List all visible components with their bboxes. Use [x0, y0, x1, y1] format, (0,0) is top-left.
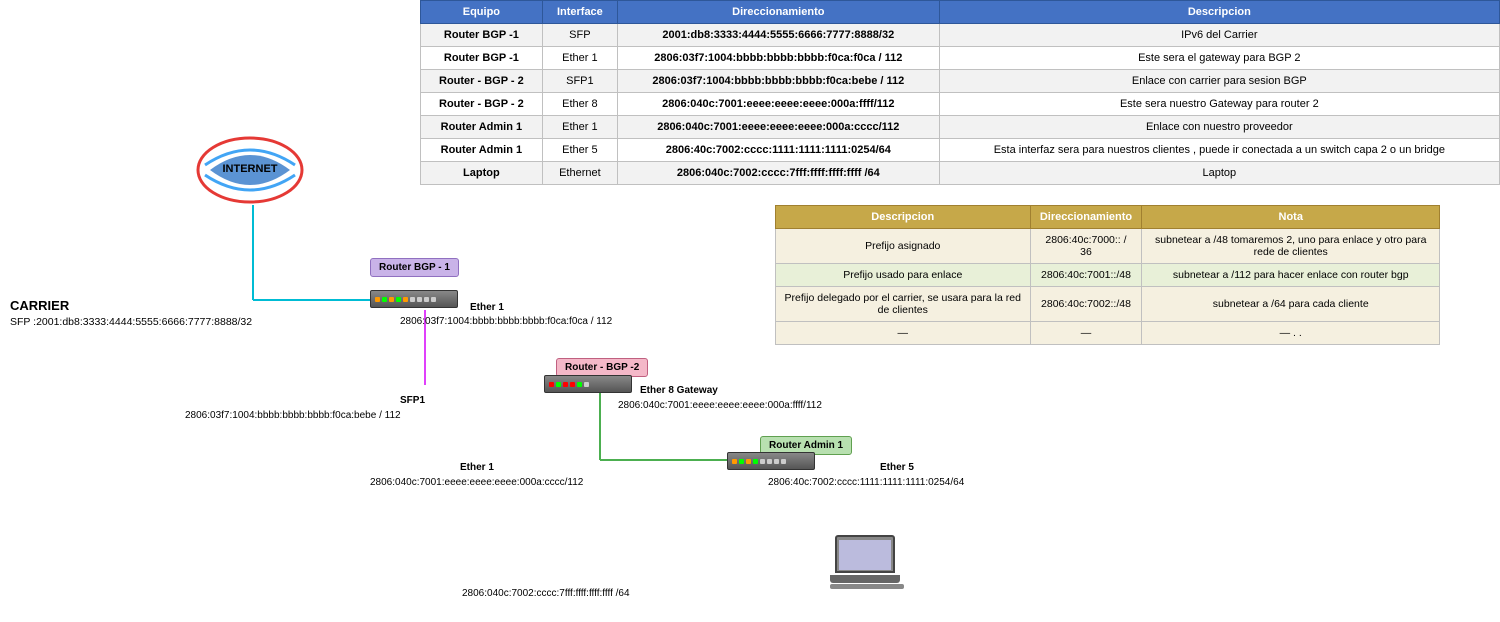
desc-table-cell-1-descripcion: Prefijo usado para enlace	[776, 264, 1031, 287]
router-admin1-device	[727, 452, 815, 470]
desc-table-cell-0-nota: subnetear a /48 tomaremos 2, uno para en…	[1142, 229, 1440, 264]
desc-table-section: Descripcion Direccionamiento Nota Prefij…	[775, 205, 1440, 345]
ether8-label: Ether 8 Gateway	[640, 385, 718, 396]
col-header-descripcion: Descripcion	[939, 1, 1499, 24]
desc-table-cell-2-nota: subnetear a /64 para cada cliente	[1142, 287, 1440, 322]
ether5-label: Ether 5	[880, 462, 914, 473]
internet-label: INTERNET	[195, 163, 305, 175]
laptop-icon	[830, 535, 900, 590]
ether1-admin1-addr: 2806:040c:7001:eeee:eeee:eeee:000a:cccc/…	[370, 477, 583, 488]
desc-table-cell-2-descripcion: Prefijo delegado por el carrier, se usar…	[776, 287, 1031, 322]
ether5-addr: 2806:40c:7002:cccc:1111:1111:1111:0254/6…	[768, 477, 964, 488]
ether1-admin1-label: Ether 1	[460, 462, 494, 473]
internet-cloud: INTERNET	[195, 135, 305, 205]
main-table-cell-5-descripcion: Esta interfaz sera para nuestros cliente…	[939, 139, 1499, 162]
main-table-cell-2-descripcion: Enlace con carrier para sesion BGP	[939, 70, 1499, 93]
main-table-cell-6-descripcion: Laptop	[939, 162, 1499, 185]
diagram-lines	[0, 0, 760, 622]
router-bgp1-device	[370, 290, 458, 308]
carrier-label: CARRIER	[10, 298, 69, 313]
desc-table-cell-2-direccionamiento: 2806:40c:7002::/48	[1030, 287, 1142, 322]
laptop-addr: 2806:040c:7002:cccc:7fff:ffff:ffff:ffff …	[462, 588, 630, 599]
col2-header-descripcion: Descripcion	[776, 206, 1031, 229]
carrier-sfp-label: SFP :2001:db8:3333:4444:5555:6666:7777:8…	[10, 316, 252, 328]
sfp1-label: SFP1	[400, 395, 425, 406]
desc-table-cell-3-descripcion: —	[776, 322, 1031, 345]
sfp1-addr: 2806:03f7:1004:bbbb:bbbb:bbbb:f0ca:bebe …	[185, 410, 401, 421]
ether8-addr: 2806:040c:7001:eeee:eeee:eeee:000a:ffff/…	[618, 400, 822, 411]
ether1-bgp1-label: Ether 1	[470, 302, 504, 313]
desc-table-cell-3-direccionamiento: —	[1030, 322, 1142, 345]
desc-table-cell-0-descripcion: Prefijo asignado	[776, 229, 1031, 264]
main-table-cell-4-descripcion: Enlace con nuestro proveedor	[939, 116, 1499, 139]
desc-table-cell-1-nota: subnetear a /112 para hacer enlace con r…	[1142, 264, 1440, 287]
ether1-bgp1-addr: 2806:03f7:1004:bbbb:bbbb:bbbb:f0ca:f0ca …	[400, 316, 612, 327]
desc-table-cell-1-direccionamiento: 2806:40c:7001::/48	[1030, 264, 1142, 287]
router-bgp2-device	[544, 375, 632, 393]
main-table-cell-1-descripcion: Este sera el gateway para BGP 2	[939, 47, 1499, 70]
desc-table: Descripcion Direccionamiento Nota Prefij…	[775, 205, 1440, 345]
network-diagram: INTERNET CARRIER SFP :2001:db8:3333:4444…	[0, 0, 760, 622]
col2-header-nota: Nota	[1142, 206, 1440, 229]
col2-header-direccionamiento: Direccionamiento	[1030, 206, 1142, 229]
main-table-cell-3-descripcion: Este sera nuestro Gateway para router 2	[939, 93, 1499, 116]
main-table-cell-0-descripcion: IPv6 del Carrier	[939, 24, 1499, 47]
desc-table-cell-3-nota: — . .	[1142, 322, 1440, 345]
router-bgp1-label-box: Router BGP - 1	[370, 258, 459, 277]
desc-table-cell-0-direccionamiento: 2806:40c:7000:: / 36	[1030, 229, 1142, 264]
